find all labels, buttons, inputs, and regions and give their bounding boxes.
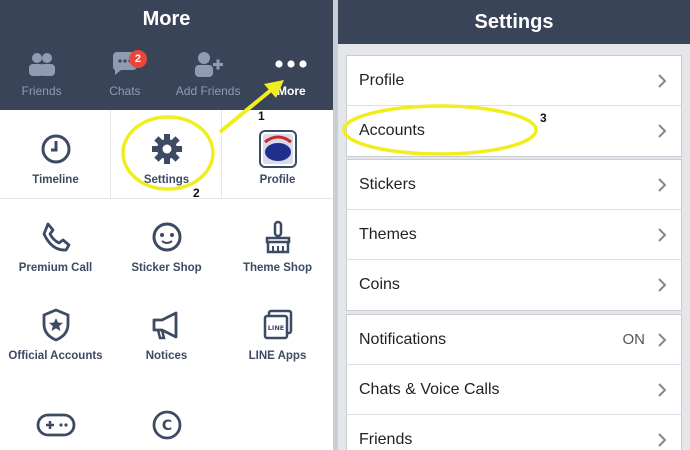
page-title: Settings [474, 10, 554, 33]
settings-row-themes[interactable]: Themes [347, 210, 681, 260]
profile-avatar-icon [258, 130, 297, 168]
tab-more[interactable]: More [250, 38, 333, 110]
row-label: Themes [359, 225, 417, 243]
grid-item-games[interactable] [0, 374, 111, 450]
chevron-right-icon [655, 177, 669, 192]
grid-item-notices[interactable]: Notices [111, 286, 222, 374]
grid-item-profile[interactable]: Profile [222, 110, 333, 198]
chevron-right-icon [655, 278, 669, 292]
tab-label: Friends [21, 84, 62, 98]
grid-item-label: Profile [259, 174, 296, 186]
annotation-number-1: 1 [258, 109, 265, 123]
coin-c-icon: C [151, 408, 183, 442]
tab-label: Chats [109, 84, 141, 98]
settings-header: Settings [338, 0, 690, 44]
phone-icon [40, 220, 72, 254]
line-apps-icon: LINE [262, 308, 294, 342]
settings-row-notifications[interactable]: Notifications ON [347, 315, 681, 365]
grid-item-settings[interactable]: Settings [111, 110, 222, 198]
shield-star-icon [41, 308, 71, 342]
chevron-right-icon [655, 433, 669, 447]
brush-icon [263, 220, 293, 254]
tab-friends[interactable]: Friends [0, 38, 83, 110]
grid-item-label: LINE Apps [248, 350, 307, 362]
row-label: Notifications [359, 330, 447, 348]
gamepad-icon [36, 408, 76, 442]
grid-item-label: Official Accounts [8, 350, 103, 362]
grid-item-label: Sticker Shop [131, 262, 202, 274]
row-label: Profile [359, 71, 405, 89]
grid-item-label: Timeline [32, 174, 79, 186]
grid-item-timeline[interactable]: Timeline [0, 110, 111, 198]
settings-row-accounts[interactable]: Accounts [347, 106, 681, 156]
settings-group-general: Notifications ON Chats & Voice Calls Fri… [346, 314, 682, 450]
tab-label: More [277, 84, 306, 98]
row-label: Stickers [359, 175, 416, 193]
grid-item-label: Premium Call [18, 262, 93, 274]
megaphone-icon [150, 308, 184, 342]
grid-item-label: Notices [145, 350, 188, 362]
row-label: Friends [359, 431, 413, 448]
annotation-number-3: 3 [540, 111, 547, 125]
grid-item-label: Settings [143, 174, 190, 186]
row-label: Chats & Voice Calls [359, 380, 500, 398]
sticker-face-icon [151, 220, 183, 254]
grid-item-line-apps[interactable]: LINE LINE Apps [222, 286, 333, 374]
settings-group-shop: Stickers Themes Coins [346, 159, 682, 311]
more-dots-icon [274, 50, 308, 78]
add-friends-icon [193, 50, 224, 78]
grid-item-theme-shop[interactable]: Theme Shop [222, 198, 333, 286]
annotation-number-2: 2 [193, 186, 200, 200]
more-header: More [0, 0, 333, 38]
settings-row-chats-voice-calls[interactable]: Chats & Voice Calls [347, 365, 681, 415]
settings-row-stickers[interactable]: Stickers [347, 160, 681, 210]
chevron-right-icon [655, 332, 669, 347]
chevron-right-icon [655, 124, 669, 138]
tab-chats[interactable]: 2 Chats [83, 38, 166, 110]
clock-icon [40, 132, 72, 166]
unread-badge: 2 [128, 50, 147, 68]
settings-group-account: Profile Accounts [346, 55, 682, 157]
row-label: Coins [359, 276, 400, 293]
svg-text:LINE: LINE [267, 324, 283, 332]
grid-item-label: Theme Shop [242, 262, 312, 274]
grid-item-sticker-shop[interactable]: Sticker Shop [111, 198, 222, 286]
settings-row-coins[interactable]: Coins [347, 260, 681, 310]
settings-screen: Settings Profile Accounts Stickers Theme… [338, 0, 690, 450]
page-title: More [142, 7, 191, 30]
gear-icon [151, 132, 183, 166]
tab-bar: Friends 2 Chats Add Friends More [0, 38, 333, 110]
chevron-right-icon [655, 382, 669, 397]
svg-text:C: C [161, 418, 171, 434]
notifications-status: ON [622, 331, 646, 348]
chevron-right-icon [655, 73, 669, 88]
friends-icon [26, 50, 58, 78]
settings-row-friends[interactable]: Friends [347, 415, 681, 450]
row-label: Accounts [359, 122, 425, 139]
chevron-right-icon [655, 227, 669, 242]
more-screen: More Friends 2 Chats Add Friends More Ti… [0, 0, 333, 450]
grid-item-coins[interactable]: C [111, 374, 222, 450]
tab-label: Add Friends [175, 84, 241, 98]
grid-item-premium-call[interactable]: Premium Call [0, 198, 111, 286]
grid-item-official-accounts[interactable]: Official Accounts [0, 286, 111, 374]
tab-add-friends[interactable]: Add Friends [167, 38, 250, 110]
settings-row-profile[interactable]: Profile [347, 56, 681, 106]
